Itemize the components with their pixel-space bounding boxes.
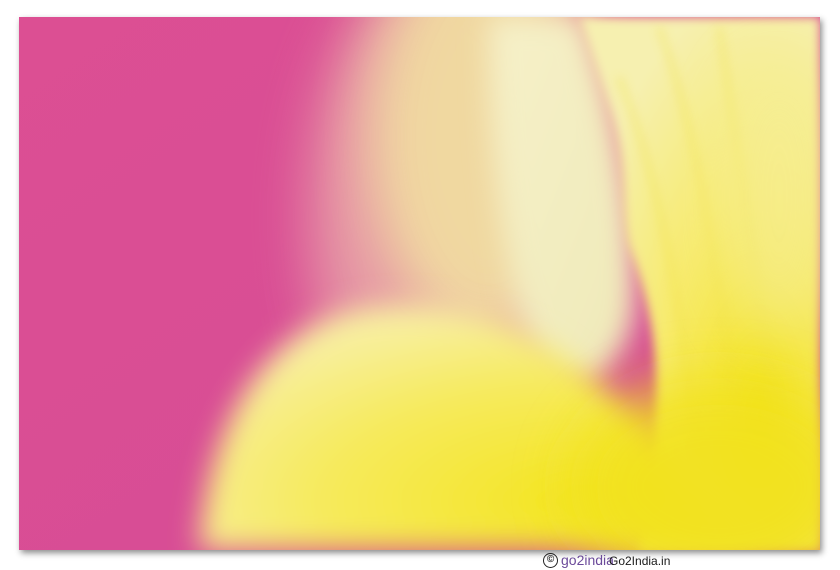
- watermark-text-group: go2india Go2India.in: [561, 551, 670, 570]
- flower-macro-photo: [19, 17, 820, 550]
- page: © go2india Go2India.in: [0, 0, 840, 570]
- copyright-icon: ©: [543, 552, 558, 568]
- copyright-watermark: © go2india Go2India.in: [543, 551, 670, 570]
- photo-frame: [19, 17, 820, 550]
- watermark-site-text: Go2India.in: [609, 553, 671, 568]
- watermark-ghost-text: go2india: [561, 551, 614, 568]
